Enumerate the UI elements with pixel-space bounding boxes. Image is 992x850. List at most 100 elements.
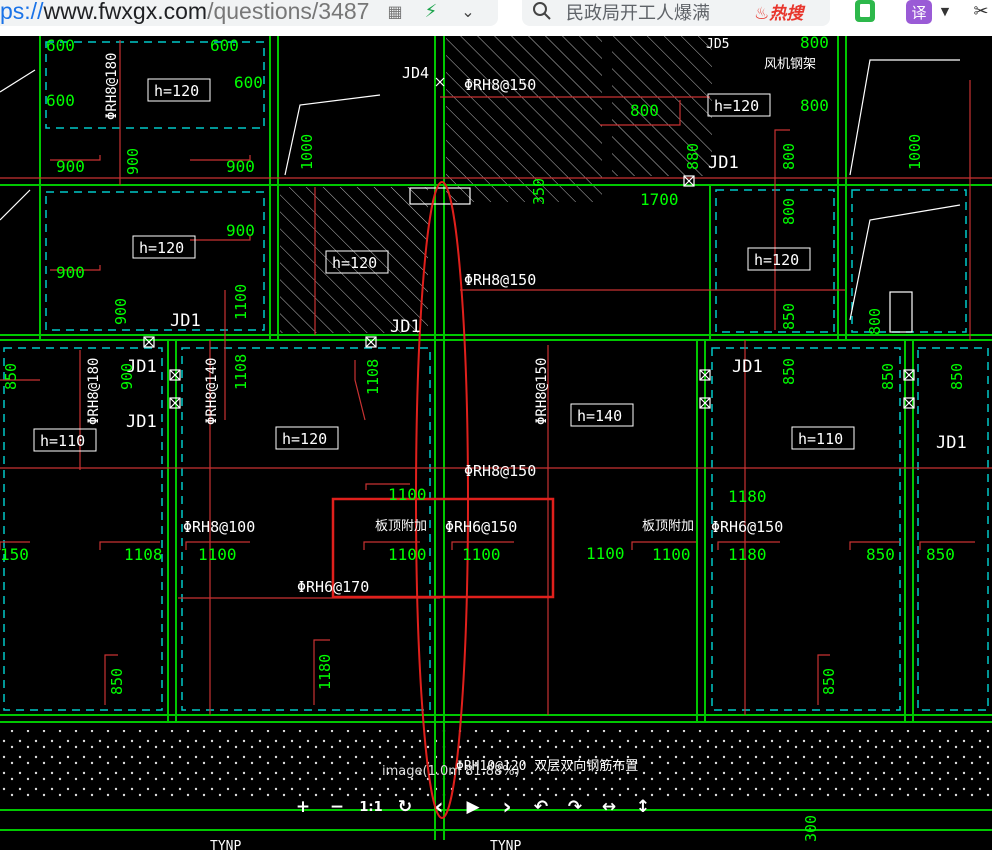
jd-label: JD1 <box>390 317 421 337</box>
svg-text:800: 800 <box>780 198 798 225</box>
svg-text:850: 850 <box>780 303 798 330</box>
jd-label: JD4 <box>402 64 429 82</box>
svg-text:1100: 1100 <box>198 545 237 564</box>
thickness-label: h=120 <box>147 78 211 102</box>
search-icon[interactable] <box>530 0 554 22</box>
hot-search-label: 热搜 <box>769 4 804 24</box>
svg-text:h=140: h=140 <box>577 407 622 425</box>
thickness-label: h=120 <box>747 247 811 271</box>
rotate-right-button[interactable]: ↷ <box>558 794 592 820</box>
svg-text:h=120: h=120 <box>754 251 799 269</box>
rebar-label-vertical: ΦRH8@180 <box>86 358 102 425</box>
jd-label: JD1 <box>708 153 739 173</box>
svg-text:800: 800 <box>800 96 829 115</box>
rebar-label: ΦRH8@150 <box>464 271 536 289</box>
search-input[interactable]: 民政局开工人爆满 <box>566 0 710 25</box>
svg-text:350: 350 <box>530 178 548 205</box>
thickness-label: h=120 <box>275 426 339 450</box>
url-text[interactable]: ps://www.fwxgx.com/questions/3487 <box>0 0 369 25</box>
qr-code-icon[interactable]: ▦ <box>384 0 406 22</box>
svg-text:850: 850 <box>2 363 20 390</box>
svg-text:850: 850 <box>948 363 966 390</box>
svg-text:850: 850 <box>866 545 895 564</box>
next-button[interactable]: › <box>490 794 524 820</box>
rotate-left-button[interactable]: ↶ <box>524 794 558 820</box>
cad-drawing[interactable]: h=120 h=120 h=120 h=120 h=120 h=110 h=12… <box>0 36 992 850</box>
svg-text:900: 900 <box>124 148 142 175</box>
svg-text:1100: 1100 <box>388 545 427 564</box>
rebar-label: ΦRH6@150 <box>711 518 783 536</box>
svg-text:900: 900 <box>226 221 255 240</box>
svg-text:h=120: h=120 <box>139 239 184 257</box>
zoom-in-button[interactable]: + <box>286 794 320 820</box>
translate-icon[interactable]: 译 <box>906 0 932 24</box>
svg-text:900: 900 <box>56 263 85 282</box>
svg-text:300: 300 <box>802 815 820 842</box>
svg-text:1700: 1700 <box>640 190 679 209</box>
jd-label: JD5 <box>706 37 729 52</box>
svg-text:600: 600 <box>46 36 75 55</box>
svg-text:900: 900 <box>112 298 130 325</box>
rebar-label: ΦRH6@170 <box>297 578 369 596</box>
svg-text:h=120: h=120 <box>714 97 759 115</box>
book-icon[interactable] <box>852 0 878 24</box>
browser-toolbar: ps://www.fwxgx.com/questions/3487 ▦ ⚡ ⌄ … <box>0 0 992 36</box>
rebar-label: ΦRH8@150 <box>464 462 536 480</box>
svg-text:600: 600 <box>46 91 75 110</box>
svg-text:850: 850 <box>926 545 955 564</box>
url-scheme: ps:// <box>0 0 44 24</box>
thickness-label: h=120 <box>707 93 771 117</box>
svg-text:1108: 1108 <box>124 545 163 564</box>
jd-label: JD1 <box>170 311 201 331</box>
svg-text:h=120: h=120 <box>332 254 377 272</box>
address-bar[interactable]: ps://www.fwxgx.com/questions/3487 ▦ ⚡ ⌄ <box>0 0 498 26</box>
svg-text:1180: 1180 <box>728 487 767 506</box>
zoom-out-button[interactable]: − <box>320 794 354 820</box>
svg-text:600: 600 <box>234 73 263 92</box>
scissors-icon[interactable]: ✂ <box>970 0 992 22</box>
svg-text:h=110: h=110 <box>798 430 843 448</box>
svg-text:h=120: h=120 <box>154 82 199 100</box>
caret-down-icon[interactable]: ▼ <box>938 0 952 22</box>
url-host: www.fwxgx.com <box>43 0 208 24</box>
rebar-label-vertical: ΦRH8@140 <box>204 358 220 425</box>
svg-text:h=120: h=120 <box>282 430 327 448</box>
note-label: 风机钢架 <box>764 57 816 72</box>
rebar-label-vertical: ΦRH8@180 <box>104 53 120 120</box>
svg-text:1100: 1100 <box>586 544 625 563</box>
svg-text:1100: 1100 <box>652 545 691 564</box>
svg-text:150: 150 <box>0 545 29 564</box>
jd-label: JD1 <box>126 412 157 432</box>
thickness-label: h=110 <box>791 426 855 450</box>
note-label: 板顶附加 <box>642 519 694 534</box>
rebar-label: ΦRH6@150 <box>445 518 517 536</box>
svg-text:1100: 1100 <box>388 485 427 504</box>
svg-text:1100: 1100 <box>232 284 250 320</box>
bolt-icon[interactable]: ⚡ <box>420 0 442 22</box>
thickness-label: h=110 <box>33 428 97 452</box>
svg-text:600: 600 <box>210 36 239 55</box>
reset-button[interactable]: ↻ <box>388 794 422 820</box>
svg-text:850: 850 <box>108 668 126 695</box>
svg-text:880: 880 <box>684 143 702 170</box>
svg-text:800: 800 <box>630 101 659 120</box>
svg-text:900: 900 <box>118 363 136 390</box>
svg-text:900: 900 <box>56 157 85 176</box>
chevron-down-icon[interactable]: ⌄ <box>456 0 480 22</box>
flip-vertical-button[interactable]: ↕ <box>626 794 660 820</box>
prev-button[interactable]: ‹ <box>422 794 456 820</box>
svg-text:800: 800 <box>866 308 884 335</box>
actual-size-button[interactable]: 1:1 <box>354 794 388 820</box>
svg-text:800: 800 <box>780 143 798 170</box>
hot-search-badge[interactable]: ♨热搜 <box>754 0 803 24</box>
image-viewer-toolbar: + − 1:1 ↻ ‹ ▶ › ↶ ↷ ↔ ↕ <box>286 794 666 820</box>
play-button[interactable]: ▶ <box>456 794 490 820</box>
svg-text:1108: 1108 <box>232 354 250 390</box>
note-label: TYNP <box>490 839 521 850</box>
jd-label: JD1 <box>732 357 763 377</box>
svg-text:900: 900 <box>226 157 255 176</box>
svg-text:1180: 1180 <box>728 545 767 564</box>
svg-text:850: 850 <box>780 358 798 385</box>
flip-horizontal-button[interactable]: ↔ <box>592 794 626 820</box>
search-box[interactable]: 民政局开工人爆满 ♨热搜 <box>522 0 830 26</box>
